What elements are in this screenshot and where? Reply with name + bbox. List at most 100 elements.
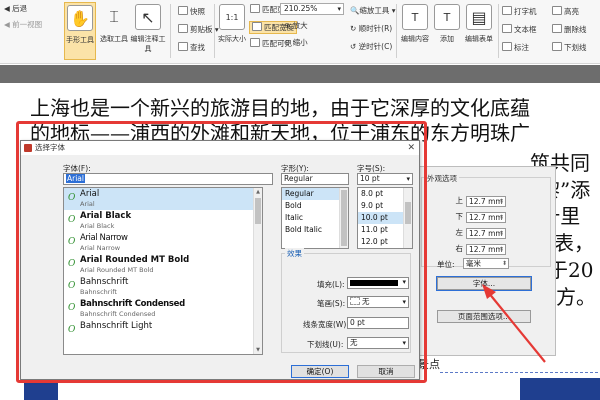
select-tool-button[interactable]: ⌶ 选取工具 (98, 2, 130, 60)
previous-view-icon: ◀ (4, 20, 13, 29)
form-icon: ▤ (466, 4, 492, 30)
opentype-icon: O (68, 259, 76, 269)
scroll-thumb[interactable] (405, 202, 411, 224)
appearance-options-panel: 外观选项 上12.7 mm 下12.7 mm 左12.7 mm 右12.7 mm… (416, 166, 556, 356)
font-button[interactable]: 字体... (436, 276, 532, 291)
rotate-cw-icon: ↻ (350, 24, 359, 33)
callout-icon (502, 42, 512, 51)
opentype-icon: O (68, 281, 76, 291)
underline-button[interactable]: 下划线 (552, 42, 587, 53)
clipboard-button[interactable]: 剪贴板 ▾ (178, 24, 219, 35)
zoom-out-button[interactable]: ⊖ 缩小 (284, 38, 308, 48)
margin-right-row: 右 12.7 mm (453, 243, 506, 255)
font-item[interactable]: O Arial Arial (64, 188, 262, 210)
fill-color-swatch (350, 280, 398, 286)
line-width-label: 线条宽度(W): (303, 320, 349, 329)
dashed-guide (440, 372, 598, 373)
select-cursor-icon: ⌶ (109, 7, 119, 26)
camera-icon (178, 6, 188, 15)
font-item[interactable]: O Arial Black Arial Black (64, 210, 262, 232)
back-button[interactable]: ◀ 后退 (4, 4, 27, 14)
textbox-icon (502, 24, 512, 33)
callout-button[interactable]: 标注 (502, 42, 529, 53)
image-strip-left (24, 378, 58, 400)
actual-size-button[interactable]: 1:1 实际大小 (218, 2, 246, 60)
margin-left-input[interactable]: 12.7 mm (466, 227, 506, 239)
font-list-scrollbar[interactable]: ▲ ▼ (253, 188, 262, 354)
style-list-scrollbar[interactable] (339, 188, 348, 248)
unit-select[interactable]: 毫米 (463, 258, 509, 269)
find-button[interactable]: 查找 (178, 42, 205, 53)
zoom-combobox[interactable]: 210.25% (280, 3, 344, 15)
edit-form-button[interactable]: ▤ 编辑表单 (462, 2, 496, 60)
rotate-ccw-icon: ↺ (350, 42, 359, 51)
font-size-input[interactable]: 10 pt (357, 173, 413, 185)
size-list-scrollbar[interactable] (403, 188, 412, 248)
close-icon[interactable]: ✕ (407, 141, 415, 155)
ribbon-toolbar: ◀ 后退 ◀ 前一视图 ✋ 手形工具 ⌶ 选取工具 ↖ 编辑注释工具 快照 剪贴… (0, 0, 600, 64)
page-range-options-button[interactable]: 页面范围选项... (437, 310, 531, 323)
font-item[interactable]: O Arial Rounded MT Bold Arial Rounded MT B… (64, 254, 262, 276)
dialog-title-bar: 选择字体 ✕ (21, 141, 419, 155)
fit-visible-icon (250, 38, 260, 47)
font-family-list[interactable]: O Arial Arial O Arial Black Arial Black O Ari… (63, 187, 263, 355)
scroll-down-icon[interactable]: ▼ (254, 347, 262, 353)
appearance-options-title: 外观选项 (425, 173, 459, 184)
font-size-list[interactable]: 8.0 pt 9.0 pt 10.0 pt 11.0 pt 12.0 pt (357, 187, 413, 249)
textbox-button[interactable]: 文本框 (502, 24, 537, 35)
select-font-dialog: 选择字体 ✕ 字体(F): Arial O Arial Arial O Arial B… (20, 140, 420, 380)
zoom-in-button[interactable]: ⊕ 放大 (284, 21, 308, 31)
font-style-list[interactable]: Regular Bold Italic Bold Italic (281, 187, 349, 249)
rotate-counterclockwise-button[interactable]: ↺ 逆时针(C) (350, 42, 392, 52)
hand-tool-button[interactable]: ✋ 手形工具 (64, 2, 96, 60)
add-text-icon: T (434, 4, 460, 30)
fill-label: 填充(L): (317, 280, 345, 289)
font-item[interactable]: O Bahnschrift Bahnschrift (64, 276, 262, 298)
margin-top-row: 上 12.7 mm (453, 195, 506, 207)
highlight-button[interactable]: 高亮 (552, 6, 579, 17)
line-width-input[interactable]: 0 pt (347, 317, 409, 329)
dialog-title: 选择字体 (35, 143, 65, 152)
zoom-tools-button[interactable]: 🔍缩放工具 ▾ (350, 6, 396, 16)
actual-size-icon: 1:1 (219, 4, 245, 30)
underline-icon (552, 42, 562, 51)
opentype-icon: O (68, 325, 76, 335)
font-style-input[interactable]: Regular (281, 173, 349, 185)
underline-select[interactable]: 无 (347, 337, 409, 349)
font-item[interactable]: O Arial Narrow Arial Narrow (64, 232, 262, 254)
back-icon: ◀ (4, 4, 13, 13)
rotate-clockwise-button[interactable]: ↻ 顺时针(R) (350, 24, 392, 34)
scroll-thumb[interactable] (341, 190, 347, 246)
scroll-thumb[interactable] (255, 198, 261, 224)
typewriter-button[interactable]: 打字机 (502, 6, 537, 17)
opentype-icon: O (68, 215, 76, 225)
margin-bottom-input[interactable]: 12.7 mm (466, 211, 506, 223)
margin-top-input[interactable]: 12.7 mm (466, 195, 506, 207)
previous-view-button[interactable]: ◀ 前一视图 (4, 20, 42, 30)
font-item[interactable]: O Bahnschrift Condensed Bahnschrift Conden… (64, 298, 262, 320)
app-icon (24, 144, 32, 152)
bottom-section-label: 景点 (418, 358, 440, 371)
stroke-label: 笔画(S): (317, 299, 346, 308)
edit-annotation-tool-button[interactable]: ↖ 编辑注释工具 (130, 2, 166, 60)
fill-color-picker[interactable] (347, 277, 409, 289)
document-line-1: 上海也是一个新兴的旅游目的地，由于它深厚的文化底蕴 (30, 96, 530, 120)
binoculars-icon (178, 42, 188, 51)
edit-content-button[interactable]: T 编辑内容 (398, 2, 432, 60)
snapshot-button[interactable]: 快照 (178, 6, 205, 17)
opentype-icon: O (68, 237, 76, 247)
highlight-icon (552, 6, 562, 15)
margin-right-input[interactable]: 12.7 mm (466, 243, 506, 255)
ok-button[interactable]: 确定(O) (291, 365, 349, 378)
stroke-select[interactable]: 无 (347, 296, 409, 308)
scroll-up-icon[interactable]: ▲ (254, 189, 262, 195)
cancel-button[interactable]: 取消 (357, 365, 415, 378)
unit-label: 单位: (437, 260, 455, 269)
font-family-input[interactable]: Arial (63, 173, 273, 185)
strikeout-button[interactable]: 删除线 (552, 24, 587, 35)
strikeout-icon (552, 24, 562, 33)
add-button[interactable]: T 添加 (434, 2, 460, 60)
image-strip-right (520, 378, 600, 400)
font-item[interactable]: O Bahnschrift Light (64, 320, 262, 342)
magnifier-icon: 🔍 (350, 6, 360, 15)
